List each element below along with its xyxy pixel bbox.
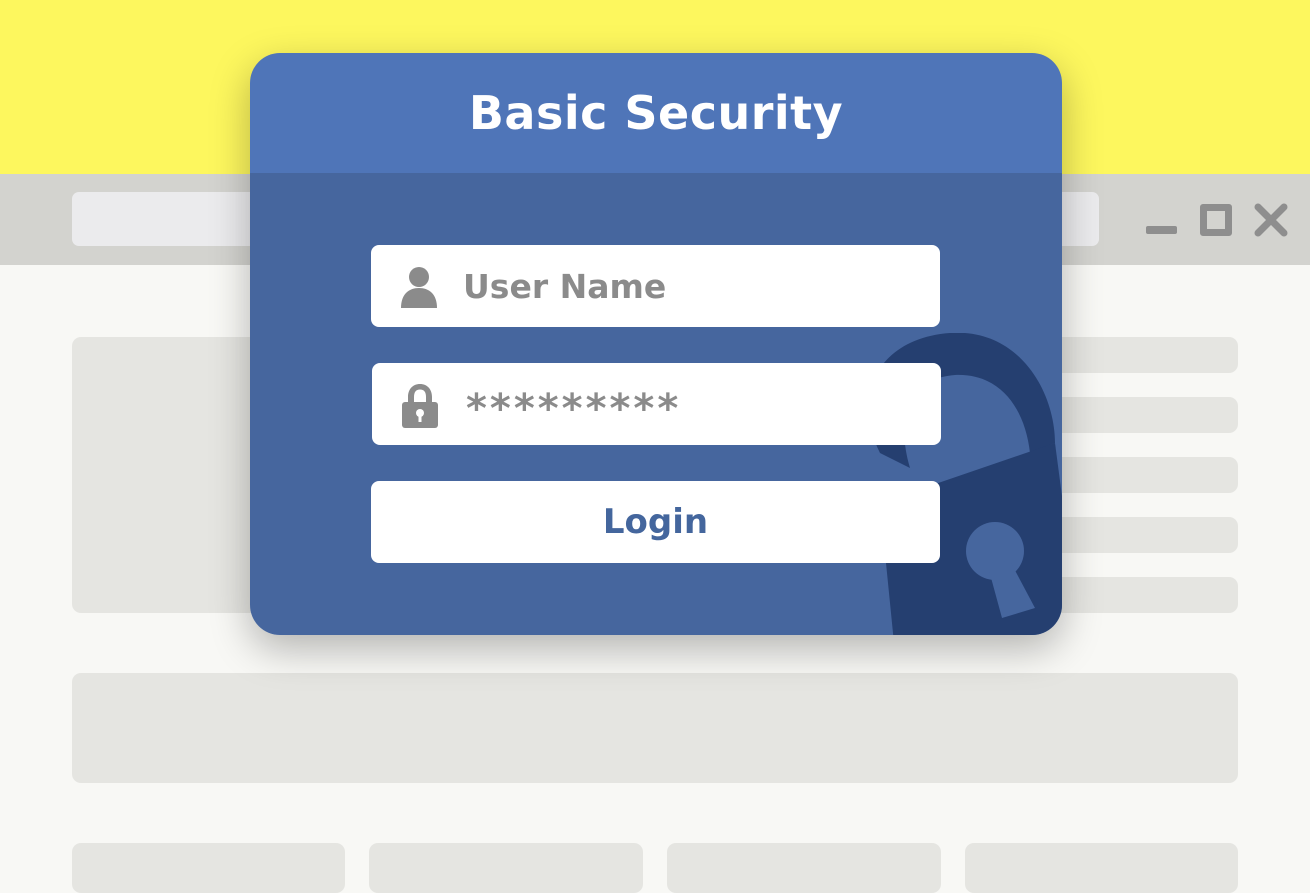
card-placeholder — [965, 843, 1238, 893]
minimize-icon[interactable] — [1146, 226, 1177, 234]
lock-icon — [400, 384, 440, 428]
dialog-title: Basic Security — [468, 86, 844, 140]
card-placeholder — [72, 843, 345, 893]
sidebar-placeholder-line — [1040, 517, 1238, 553]
banner-placeholder-block — [72, 673, 1238, 783]
dialog-header: Basic Security — [250, 53, 1062, 173]
close-icon[interactable] — [1253, 202, 1289, 238]
login-dialog: Basic Security ********* Login — [250, 53, 1062, 635]
sidebar-placeholder-line — [1040, 397, 1238, 433]
login-button[interactable]: Login — [371, 481, 940, 563]
content-placeholder-block — [72, 337, 272, 613]
username-input[interactable] — [463, 245, 923, 327]
sidebar-placeholder-line — [1040, 337, 1238, 373]
password-field[interactable]: ********* — [372, 363, 941, 445]
card-placeholder — [667, 843, 941, 893]
username-field[interactable] — [371, 245, 940, 327]
card-placeholder — [369, 843, 643, 893]
password-input[interactable]: ********* — [466, 363, 681, 445]
sidebar-placeholder-line — [1040, 457, 1238, 493]
sidebar-placeholder-line — [1040, 577, 1238, 613]
user-icon — [399, 266, 439, 308]
maximize-icon[interactable] — [1200, 204, 1232, 236]
